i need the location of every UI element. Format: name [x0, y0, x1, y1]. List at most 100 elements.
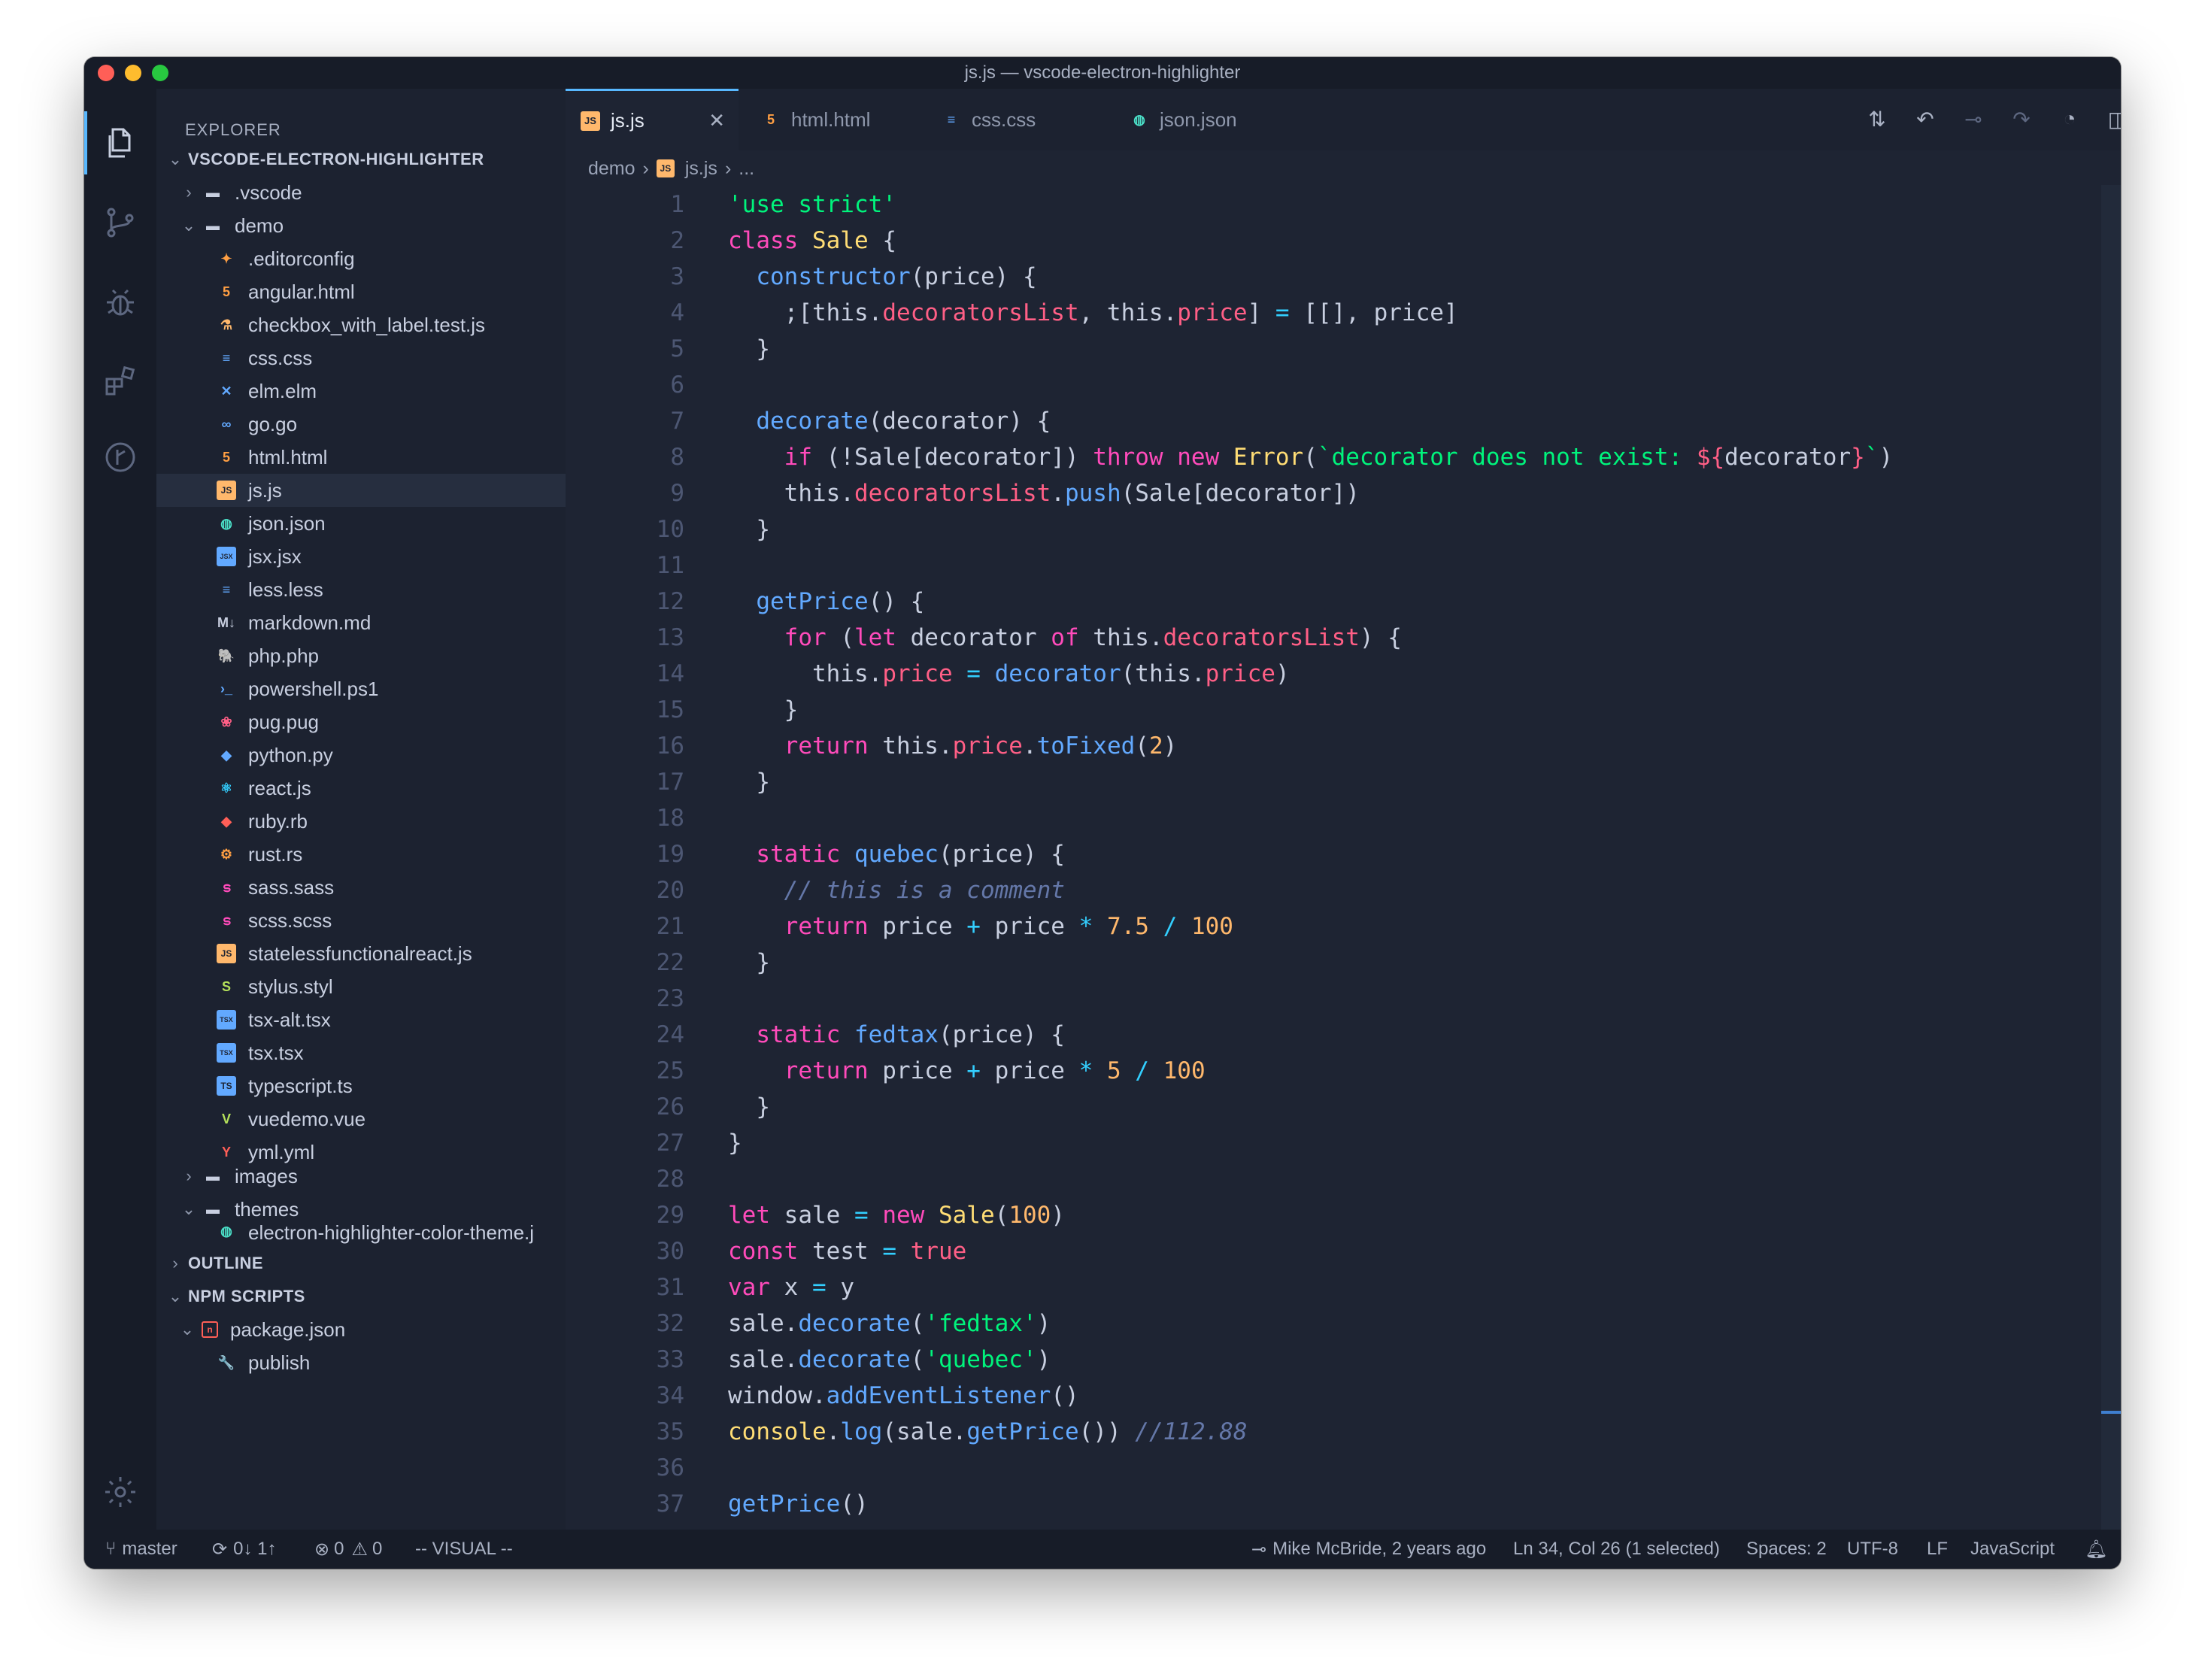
- file-item[interactable]: ട sass.sass: [156, 871, 566, 904]
- line-number: 29: [656, 1202, 684, 1229]
- file-item[interactable]: TSX tsx.tsx: [156, 1036, 566, 1069]
- split-editor-icon[interactable]: ◫: [2104, 105, 2121, 132]
- file-item[interactable]: ◆ python.py: [156, 738, 566, 772]
- file-item[interactable]: 5 html.html: [156, 441, 566, 474]
- settings-gear-icon[interactable]: [99, 1471, 141, 1513]
- branch-indicator[interactable]: ⑂ master: [105, 1530, 177, 1569]
- file-item[interactable]: JSX jsx.jsx: [156, 540, 566, 573]
- git-blame[interactable]: ⊸ Mike McBride, 2 years ago: [1251, 1530, 1486, 1569]
- file-item[interactable]: ട scss.scss: [156, 904, 566, 937]
- indentation[interactable]: Spaces: 2: [1746, 1530, 1827, 1569]
- folder-label: images: [235, 1164, 298, 1187]
- folder-icon: ▬: [206, 1168, 220, 1184]
- line-code: }: [728, 769, 770, 796]
- chevron-down-icon: ⌄: [180, 1320, 195, 1339]
- maximize-window-button[interactable]: [152, 65, 168, 81]
- file-item[interactable]: 5 angular.html: [156, 275, 566, 308]
- npm-icon: n: [202, 1321, 218, 1338]
- outline-section[interactable]: › OUTLINE: [156, 1247, 566, 1280]
- folder-images[interactable]: › ▬ images: [156, 1160, 566, 1193]
- cursor-position[interactable]: Ln 34, Col 26 (1 selected): [1513, 1530, 1720, 1569]
- commit-icon[interactable]: ⊸: [1960, 105, 1987, 132]
- sync-indicator[interactable]: ⟳ 0↓ 1↑: [212, 1530, 276, 1569]
- close-icon[interactable]: ✕: [708, 109, 725, 132]
- file-item[interactable]: ›_ powershell.ps1: [156, 672, 566, 705]
- breadcrumb: demo › JS js.js › ...: [588, 152, 754, 185]
- file-item[interactable]: TS typescript.ts: [156, 1069, 566, 1102]
- encoding[interactable]: UTF-8: [1847, 1530, 1898, 1569]
- project-root[interactable]: ⌄ VSCODE-ELECTRON-HIGHLIGHTER: [156, 143, 566, 176]
- file-item[interactable]: ❀ pug.pug: [156, 705, 566, 738]
- file-item[interactable]: Vvuedemo.vue: [156, 1102, 566, 1136]
- folder-vscode[interactable]: › ▬ .vscode: [156, 176, 566, 209]
- file-item[interactable]: ✦ .editorconfig: [156, 242, 566, 275]
- file-item[interactable]: 🐘 php.php: [156, 639, 566, 672]
- json-icon: ◍: [220, 1223, 232, 1239]
- code-token: ) {: [1359, 624, 1402, 651]
- file-item[interactable]: ≡ less.less: [156, 573, 566, 606]
- file-item[interactable]: ✕ elm.elm: [156, 375, 566, 408]
- test-js-icon: ⚗: [220, 317, 233, 332]
- npm-scripts-section[interactable]: ⌄ NPM SCRIPTS: [156, 1280, 566, 1313]
- html-icon: 5: [222, 449, 230, 465]
- line-number: 6: [670, 371, 684, 399]
- file-item[interactable]: JS js.js: [156, 474, 566, 507]
- folder-demo[interactable]: ⌄ ▬ demo: [156, 209, 566, 242]
- package-json-item[interactable]: ⌄ n package.json: [156, 1313, 566, 1346]
- source-control-icon[interactable]: [99, 202, 141, 244]
- file-item[interactable]: M↓ markdown.md: [156, 606, 566, 639]
- code-token: 100: [1190, 913, 1233, 940]
- tab-html[interactable]: 5 html.html: [746, 89, 927, 150]
- breadcrumb-file[interactable]: js.js: [685, 158, 717, 180]
- file-theme[interactable]: ◍ electron-highlighter-color-theme.j: [156, 1221, 566, 1244]
- debug-icon[interactable]: [99, 281, 141, 323]
- code-token: //112.88: [1135, 1418, 1248, 1445]
- explorer-icon[interactable]: [99, 122, 141, 164]
- file-item[interactable]: Sstylus.styl: [156, 970, 566, 1003]
- breadcrumb-folder[interactable]: demo: [588, 158, 635, 180]
- code-token: // this is a comment: [728, 877, 1065, 904]
- tab-json[interactable]: ◍ json.json: [1115, 89, 1310, 150]
- file-item[interactable]: ≡ css.css: [156, 341, 566, 375]
- file-item[interactable]: ◍ json.json: [156, 507, 566, 540]
- line-number: 8: [670, 444, 684, 471]
- git-history-icon[interactable]: ◔: [2056, 105, 2083, 132]
- code-token: 100: [1163, 1057, 1206, 1084]
- activity-bar: [84, 89, 156, 1530]
- problems-indicator[interactable]: ⊗ 0 ⚠ 0: [314, 1530, 382, 1569]
- git-branch-icon: ⑂: [105, 1539, 117, 1559]
- code-token: (decorator) {: [868, 408, 1051, 435]
- file-item[interactable]: ◆ ruby.rb: [156, 805, 566, 838]
- line-number: 28: [656, 1166, 684, 1193]
- file-item[interactable]: ⚛ react.js: [156, 772, 566, 805]
- code-editor[interactable]: 1'use strict' 2 class Sale {3 constructor(…: [566, 185, 2121, 1530]
- file-label: sass.sass: [248, 875, 335, 899]
- line-ending[interactable]: LF: [1927, 1530, 1948, 1569]
- publish-script[interactable]: 🔧 publish: [156, 1346, 566, 1379]
- extensions-icon[interactable]: [99, 359, 141, 402]
- file-item[interactable]: ∞ go.go: [156, 408, 566, 441]
- go-back-icon[interactable]: ↶: [1912, 105, 1939, 132]
- language-mode[interactable]: JavaScript: [1970, 1530, 2055, 1569]
- tab-js[interactable]: JS js.js ✕: [566, 89, 739, 150]
- line-code: console.log(sale.getPrice()) //112.88: [728, 1418, 1248, 1445]
- minimize-window-button[interactable]: [125, 65, 141, 81]
- close-window-button[interactable]: [98, 65, 114, 81]
- notifications-bell-icon[interactable]: 🔔︎: [2085, 1530, 2107, 1569]
- file-item[interactable]: ⚗ checkbox_with_label.test.js: [156, 308, 566, 341]
- explorer-sidebar: EXPLORER ⌄ VSCODE-ELECTRON-HIGHLIGHTER ›…: [156, 89, 566, 1530]
- file-item[interactable]: ⚙ rust.rs: [156, 838, 566, 871]
- code-token: price: [868, 1057, 967, 1084]
- go-forward-icon[interactable]: ↷: [2008, 105, 2035, 132]
- breadcrumb-symbols[interactable]: ...: [739, 158, 754, 180]
- code-line: 6: [566, 367, 728, 403]
- json-icon: ◍: [1133, 111, 1145, 127]
- editor-scrollbar[interactable]: [2101, 185, 2121, 1530]
- tab-css[interactable]: ≡ css.css: [927, 89, 1107, 150]
- git-history-icon[interactable]: [99, 436, 141, 478]
- file-item[interactable]: JS statelessfunctionalreact.js: [156, 937, 566, 970]
- line-code: this.price = decorator(this.price): [728, 660, 1290, 687]
- file-item[interactable]: TSX tsx-alt.tsx: [156, 1003, 566, 1036]
- compare-changes-icon[interactable]: ⇅: [1864, 105, 1891, 132]
